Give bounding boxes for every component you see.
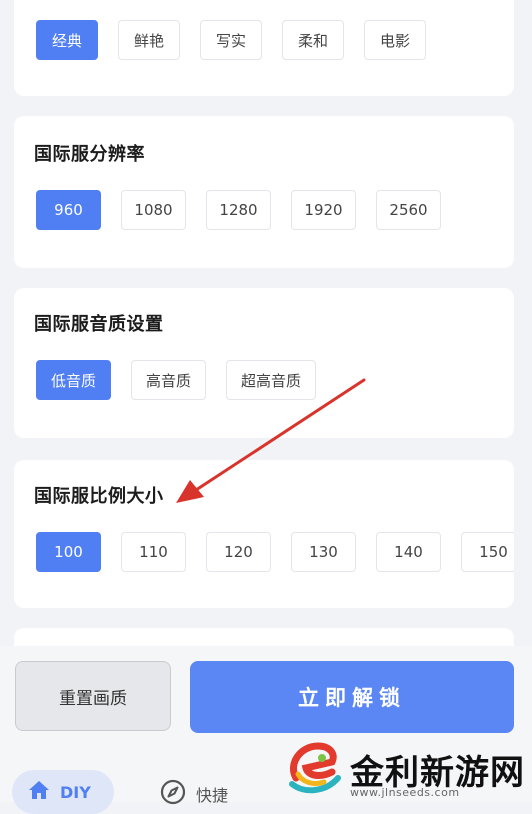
compass-icon	[160, 779, 186, 809]
audio-options: 低音质 高音质 超高音质	[36, 360, 514, 402]
tab-diy-label: DIY	[60, 782, 91, 802]
audio-card: 国际服音质设置 低音质 高音质 超高音质	[14, 288, 514, 438]
audio-option-high[interactable]: 高音质	[131, 360, 207, 400]
ratio-title: 国际服比例大小	[34, 486, 164, 507]
watermark: 金利新游网 www.jlnseeds.com	[286, 736, 532, 802]
audio-option-ultra[interactable]: 超高音质	[226, 360, 317, 400]
watermark-url: www.jlnseeds.com	[350, 786, 460, 799]
unlock-now-button[interactable]: 立即解锁	[190, 661, 514, 733]
resolution-option-1080[interactable]: 1080	[121, 190, 186, 230]
style-options: 经典 鲜艳 写实 柔和 电影	[36, 20, 514, 62]
ratio-option-120[interactable]: 120	[206, 532, 271, 572]
resolution-option-960[interactable]: 960	[36, 190, 101, 230]
audio-option-low[interactable]: 低音质	[36, 360, 112, 400]
style-card: 经典 鲜艳 写实 柔和 电影	[14, 0, 514, 96]
style-option-classic[interactable]: 经典	[36, 20, 98, 60]
home-icon	[28, 780, 50, 804]
resolution-option-2560[interactable]: 2560	[376, 190, 441, 230]
watermark-logo-icon	[286, 738, 344, 800]
ratio-options: 100 110 120 130 140 150	[36, 532, 514, 574]
ratio-option-150[interactable]: 150	[461, 532, 514, 572]
style-option-realistic[interactable]: 写实	[200, 20, 262, 60]
resolution-title: 国际服分辨率	[34, 144, 145, 165]
resolution-card: 国际服分辨率 960 1080 1280 1920 2560	[14, 116, 514, 268]
ratio-card: 国际服比例大小 100 110 120 130 140 150	[14, 460, 514, 608]
ratio-option-100[interactable]: 100	[36, 532, 101, 572]
tab-quick[interactable]: 快捷	[160, 774, 228, 814]
tab-quick-label: 快捷	[196, 786, 229, 805]
style-option-cinema[interactable]: 电影	[364, 20, 426, 60]
reset-quality-button[interactable]: 重置画质	[15, 661, 171, 731]
resolution-option-1920[interactable]: 1920	[291, 190, 356, 230]
style-option-vivid[interactable]: 鲜艳	[118, 20, 180, 60]
resolution-option-1280[interactable]: 1280	[206, 190, 271, 230]
resolution-options: 960 1080 1280 1920 2560	[36, 190, 514, 232]
audio-title: 国际服音质设置	[34, 314, 164, 335]
ratio-option-130[interactable]: 130	[291, 532, 356, 572]
style-option-soft[interactable]: 柔和	[282, 20, 344, 60]
tab-diy[interactable]: DIY	[12, 770, 114, 814]
ratio-option-140[interactable]: 140	[376, 532, 441, 572]
ratio-option-110[interactable]: 110	[121, 532, 186, 572]
